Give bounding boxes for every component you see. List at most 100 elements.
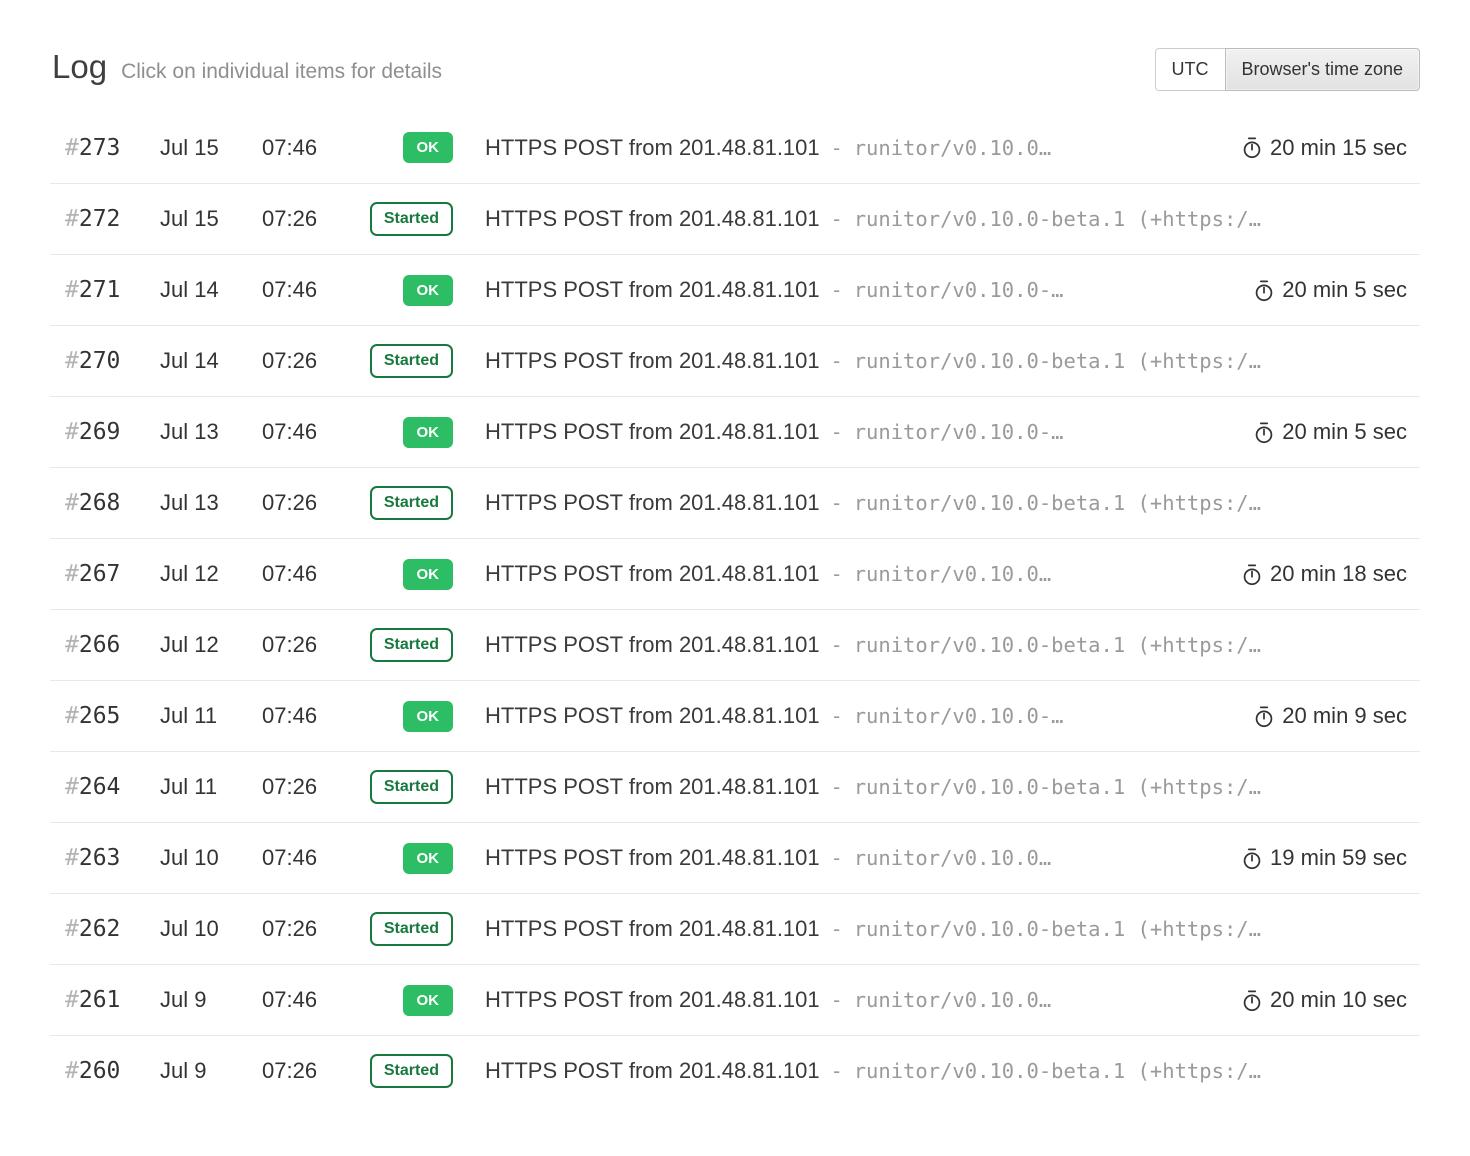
row-message: HTTPS POST from 201.48.81.101 <box>485 419 820 445</box>
row-duration-text: 20 min 15 sec <box>1270 135 1407 161</box>
row-badge-cell: OK <box>350 559 453 590</box>
row-number-hash: # <box>65 845 79 871</box>
row-separator: - <box>831 420 843 444</box>
row-time: 07:46 <box>247 277 350 303</box>
row-badge-cell: Started <box>350 770 453 804</box>
log-row[interactable]: #267 Jul 12 07:46 OK HTTPS POST from 201… <box>50 538 1420 609</box>
row-time: 07:46 <box>247 845 350 871</box>
browser-timezone-button[interactable]: Browser's time zone <box>1225 48 1421 91</box>
stopwatch-icon <box>1253 279 1275 302</box>
row-message: HTTPS POST from 201.48.81.101 <box>485 774 820 800</box>
row-description: HTTPS POST from 201.48.81.101-runitor/v0… <box>485 916 1420 942</box>
row-agent: runitor/v0.10.0-… <box>854 704 1064 728</box>
title-wrap: Log Click on individual items for detail… <box>50 48 442 86</box>
stopwatch-icon <box>1253 705 1275 728</box>
row-badge-cell: OK <box>350 417 453 448</box>
row-separator: - <box>831 846 843 870</box>
status-badge: Started <box>370 344 453 378</box>
row-agent: runitor/v0.10.0-beta.1 (+https:/… <box>854 917 1261 941</box>
status-badge: Started <box>370 486 453 520</box>
row-description: HTTPS POST from 201.48.81.101-runitor/v0… <box>485 419 1239 445</box>
log-row[interactable]: #264 Jul 11 07:26 Started HTTPS POST fro… <box>50 751 1420 822</box>
row-number: #273 <box>50 135 145 161</box>
row-number-hash: # <box>65 632 79 658</box>
row-number-value: 260 <box>79 1058 121 1084</box>
page-subtitle: Click on individual items for details <box>121 60 442 84</box>
row-number-value: 272 <box>79 206 121 232</box>
status-badge: OK <box>403 132 454 163</box>
row-number: #268 <box>50 490 145 516</box>
row-description: HTTPS POST from 201.48.81.101-runitor/v0… <box>485 135 1227 161</box>
log-row[interactable]: #271 Jul 14 07:46 OK HTTPS POST from 201… <box>50 254 1420 325</box>
row-date: Jul 15 <box>145 206 247 232</box>
row-date: Jul 13 <box>145 490 247 516</box>
row-number-hash: # <box>65 561 79 587</box>
row-agent: runitor/v0.10.0… <box>854 562 1051 586</box>
row-number-value: 270 <box>79 348 121 374</box>
log-row[interactable]: #269 Jul 13 07:46 OK HTTPS POST from 201… <box>50 396 1420 467</box>
stopwatch-icon <box>1241 563 1263 586</box>
row-date: Jul 13 <box>145 419 247 445</box>
row-duration: 20 min 10 sec <box>1241 987 1420 1013</box>
log-page: Log Click on individual items for detail… <box>0 0 1470 1156</box>
row-number-hash: # <box>65 135 79 161</box>
row-time: 07:26 <box>247 632 350 658</box>
row-message: HTTPS POST from 201.48.81.101 <box>485 916 820 942</box>
row-number: #265 <box>50 703 145 729</box>
row-number: #262 <box>50 916 145 942</box>
row-number-hash: # <box>65 916 79 942</box>
log-row[interactable]: #266 Jul 12 07:26 Started HTTPS POST fro… <box>50 609 1420 680</box>
row-time: 07:26 <box>247 348 350 374</box>
row-separator: - <box>831 917 843 941</box>
row-duration: 20 min 5 sec <box>1253 277 1420 303</box>
row-date: Jul 15 <box>145 135 247 161</box>
row-number: #267 <box>50 561 145 587</box>
log-row[interactable]: #262 Jul 10 07:26 Started HTTPS POST fro… <box>50 893 1420 964</box>
stopwatch-icon <box>1241 847 1263 870</box>
row-number-value: 267 <box>79 561 121 587</box>
log-row[interactable]: #265 Jul 11 07:46 OK HTTPS POST from 201… <box>50 680 1420 751</box>
row-message: HTTPS POST from 201.48.81.101 <box>485 703 820 729</box>
stopwatch-icon <box>1253 421 1275 444</box>
status-badge: Started <box>370 1054 453 1088</box>
log-row[interactable]: #263 Jul 10 07:46 OK HTTPS POST from 201… <box>50 822 1420 893</box>
log-row[interactable]: #273 Jul 15 07:46 OK HTTPS POST from 201… <box>50 112 1420 183</box>
log-row[interactable]: #268 Jul 13 07:26 Started HTTPS POST fro… <box>50 467 1420 538</box>
log-list: #273 Jul 15 07:46 OK HTTPS POST from 201… <box>50 112 1420 1106</box>
row-message: HTTPS POST from 201.48.81.101 <box>485 348 820 374</box>
row-description: HTTPS POST from 201.48.81.101-runitor/v0… <box>485 277 1239 303</box>
row-description: HTTPS POST from 201.48.81.101-runitor/v0… <box>485 774 1420 800</box>
row-separator: - <box>831 1059 843 1083</box>
status-badge: OK <box>403 275 454 306</box>
log-row[interactable]: #272 Jul 15 07:26 Started HTTPS POST fro… <box>50 183 1420 254</box>
status-badge: OK <box>403 843 454 874</box>
row-description: HTTPS POST from 201.48.81.101-runitor/v0… <box>485 348 1420 374</box>
row-badge-cell: OK <box>350 843 453 874</box>
row-message: HTTPS POST from 201.48.81.101 <box>485 277 820 303</box>
utc-button[interactable]: UTC <box>1155 48 1226 91</box>
row-agent: runitor/v0.10.0-beta.1 (+https:/… <box>854 491 1261 515</box>
log-row[interactable]: #261 Jul 9 07:46 OK HTTPS POST from 201.… <box>50 964 1420 1035</box>
row-badge-cell: Started <box>350 1054 453 1088</box>
row-badge-cell: Started <box>350 912 453 946</box>
row-time: 07:46 <box>247 703 350 729</box>
row-badge-cell: OK <box>350 275 453 306</box>
row-duration: 19 min 59 sec <box>1241 845 1420 871</box>
log-row[interactable]: #270 Jul 14 07:26 Started HTTPS POST fro… <box>50 325 1420 396</box>
log-row[interactable]: #260 Jul 9 07:26 Started HTTPS POST from… <box>50 1035 1420 1106</box>
status-badge: OK <box>403 417 454 448</box>
row-duration: 20 min 18 sec <box>1241 561 1420 587</box>
row-number-hash: # <box>65 774 79 800</box>
row-time: 07:26 <box>247 490 350 516</box>
row-time: 07:26 <box>247 774 350 800</box>
row-description: HTTPS POST from 201.48.81.101-runitor/v0… <box>485 1058 1420 1084</box>
row-separator: - <box>831 491 843 515</box>
row-description: HTTPS POST from 201.48.81.101-runitor/v0… <box>485 206 1420 232</box>
row-duration-text: 19 min 59 sec <box>1270 845 1407 871</box>
row-number: #272 <box>50 206 145 232</box>
page-title: Log <box>52 48 107 86</box>
row-agent: runitor/v0.10.0-beta.1 (+https:/… <box>854 775 1261 799</box>
status-badge: OK <box>403 985 454 1016</box>
row-number: #266 <box>50 632 145 658</box>
row-message: HTTPS POST from 201.48.81.101 <box>485 490 820 516</box>
